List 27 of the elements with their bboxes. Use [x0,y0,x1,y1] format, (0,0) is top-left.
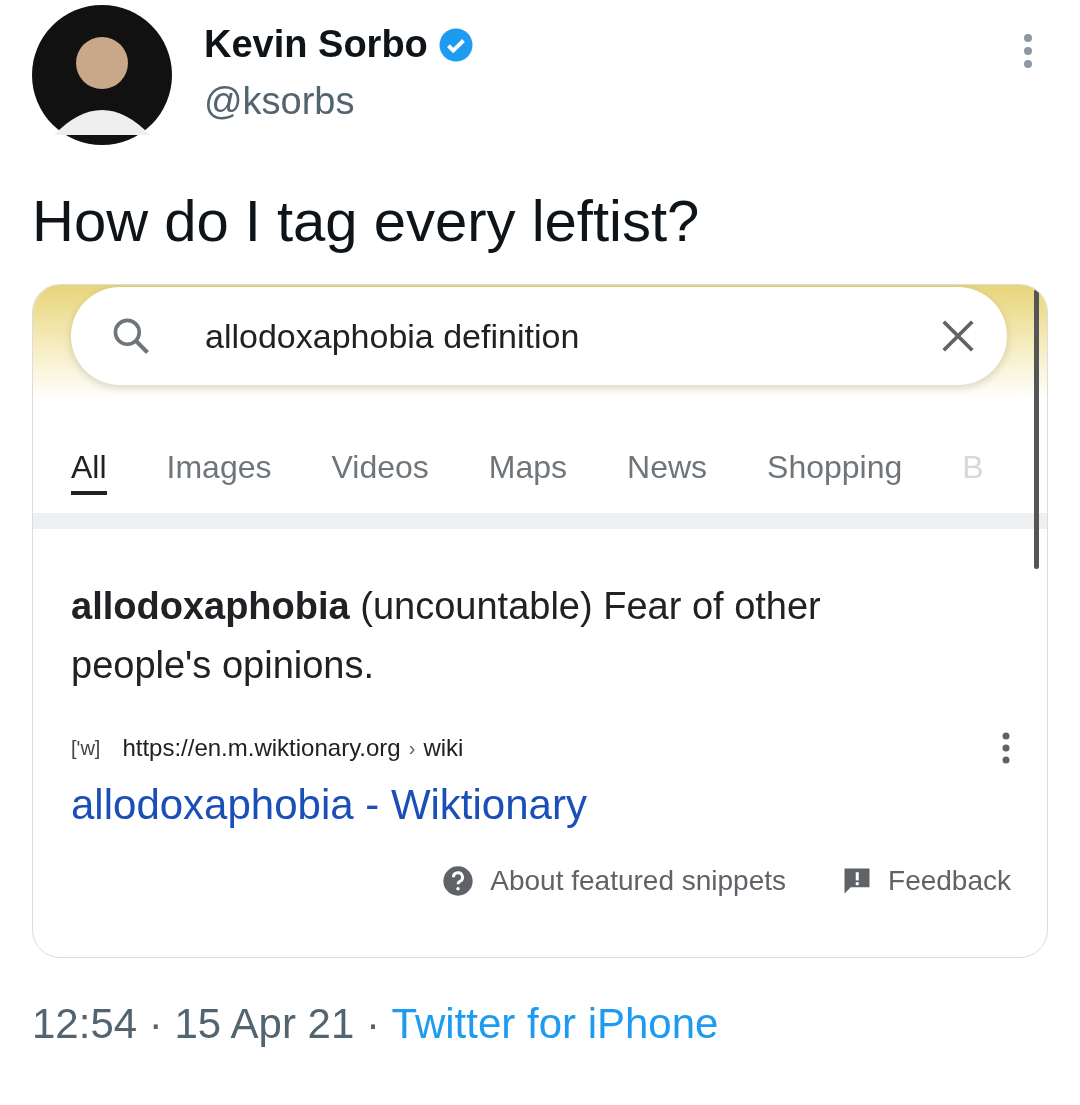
dot-separator: · [147,1000,164,1048]
tweet-time: 12:54 [32,1000,138,1048]
dot-separator: · [364,1000,381,1048]
search-tab[interactable]: All [71,439,107,495]
author-handle[interactable]: @ksorbs [204,80,1022,123]
search-tab[interactable]: Maps [488,439,567,495]
author-name[interactable]: Kevin Sorbo [204,23,428,66]
avatar[interactable] [32,5,172,145]
feedback-icon [842,866,873,896]
breadcrumb-separator: › [408,736,416,760]
tweet-date: 15 Apr 21 [174,1000,355,1048]
search-tab[interactable]: Images [166,439,272,495]
site-favicon: ['w] [71,736,101,760]
search-tab[interactable]: Videos [331,439,429,495]
search-field[interactable]: allodoxaphobia definition [71,287,1007,385]
definition-snippet: allodoxaphobia (uncountable) Fear of other people's opinions. [71,584,822,688]
more-options-icon[interactable] [1001,731,1011,765]
search-tab[interactable]: Shopping [767,439,903,495]
result-url[interactable]: https://en.m.wiktionary.org [122,734,401,762]
result-path[interactable]: wiki [423,734,464,762]
more-options-icon[interactable] [1022,33,1034,69]
about-snippets-link[interactable]: About featured snippets [490,865,787,897]
search-tab[interactable]: News [627,439,708,495]
feedback-link[interactable]: Feedback [888,865,1011,897]
tweet-text: How do I tag every leftist? [32,187,701,254]
result-title-link[interactable]: allodoxaphobia - Wiktionary [71,781,587,829]
help-icon [442,865,475,897]
